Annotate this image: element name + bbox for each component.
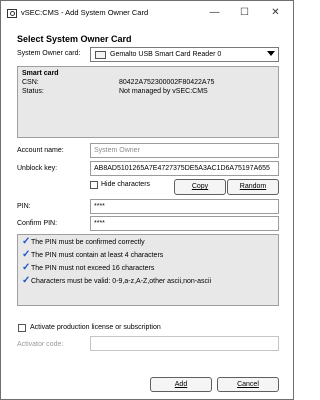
csn-value: 80422A752300002F80422A75 (119, 79, 215, 86)
pin-rule-text: The PIN must contain at least 4 characte… (31, 252, 164, 259)
cancel-button[interactable]: Cancel (217, 377, 279, 392)
csn-label: CSN: (22, 79, 39, 86)
pin-rule-text: The PIN must not exceed 16 characters (31, 265, 155, 272)
shield-icon (7, 9, 17, 18)
checkmark-icon: ✓ (22, 236, 31, 247)
activator-code-label: Activator code: (17, 341, 64, 348)
unblock-key-label: Unblock key: (17, 165, 58, 172)
pin-rule-text: The PIN must be confirmed correctly (31, 239, 145, 246)
pin-rules-panel: ✓ The PIN must be confirmed correctly ✓ … (17, 234, 279, 306)
cancel-button-label: Cancel (237, 381, 259, 388)
activate-license-label: Activate production license or subscript… (30, 324, 161, 331)
dialog-window: vSEC:CMS - Add System Owner Card — ☐ ✕ S… (0, 0, 294, 400)
unblock-key-value: AB8AD5101265A7E4727375DE5A3AC1D6A75197A6… (94, 165, 270, 172)
pin-label: PIN: (17, 203, 31, 210)
hide-characters-checkbox[interactable] (90, 181, 98, 189)
checkmark-icon: ✓ (22, 249, 31, 260)
unblock-key-input[interactable]: AB8AD5101265A7E4727375DE5A3AC1D6A75197A6… (90, 161, 279, 176)
chevron-down-icon (267, 51, 275, 56)
card-reader-icon (95, 51, 106, 59)
smart-card-panel: Smart card CSN: 80422A752300002F80422A75… (17, 66, 279, 138)
minimize-button[interactable]: — (200, 1, 229, 25)
status-label: Status: (22, 88, 44, 95)
add-button-label: Add (174, 381, 188, 388)
section-title: Select System Owner Card (17, 34, 132, 44)
checkmark-icon: ✓ (22, 262, 31, 273)
title-bar: vSEC:CMS - Add System Owner Card — ☐ ✕ (1, 1, 293, 25)
system-owner-card-label: System Owner card: (17, 50, 81, 57)
activator-code-input[interactable] (90, 336, 279, 351)
account-name-placeholder: System Owner (94, 147, 140, 154)
hide-characters-label: Hide characters (101, 181, 151, 188)
confirm-pin-value: **** (94, 220, 105, 227)
account-name-label: Account name: (17, 147, 64, 154)
random-button-label: Random (239, 183, 267, 190)
window-title: vSEC:CMS - Add System Owner Card (21, 8, 149, 17)
account-name-input[interactable]: System Owner (90, 143, 279, 158)
copy-button-label: Copy (191, 183, 209, 190)
confirm-pin-label: Confirm PIN: (17, 220, 58, 227)
close-button[interactable]: ✕ (261, 1, 290, 25)
pin-rule-text: Characters must be valid: 0-9,a-z,A-Z,ot… (31, 278, 212, 285)
activate-license-checkbox[interactable] (18, 324, 26, 332)
confirm-pin-input[interactable]: **** (90, 216, 279, 231)
system-owner-card-select[interactable]: Gemalto USB Smart Card Reader 0 (90, 47, 279, 62)
pin-value: **** (94, 203, 105, 210)
checkmark-icon: ✓ (22, 275, 31, 286)
smart-card-title: Smart card (22, 70, 59, 77)
copy-button[interactable]: Copy (174, 179, 226, 195)
random-button[interactable]: Random (227, 179, 279, 195)
maximize-button[interactable]: ☐ (230, 1, 259, 25)
status-value: Not managed by vSEC:CMS (119, 88, 208, 95)
add-button[interactable]: Add (150, 377, 212, 392)
pin-input[interactable]: **** (90, 199, 279, 214)
system-owner-card-value: Gemalto USB Smart Card Reader 0 (110, 51, 222, 58)
